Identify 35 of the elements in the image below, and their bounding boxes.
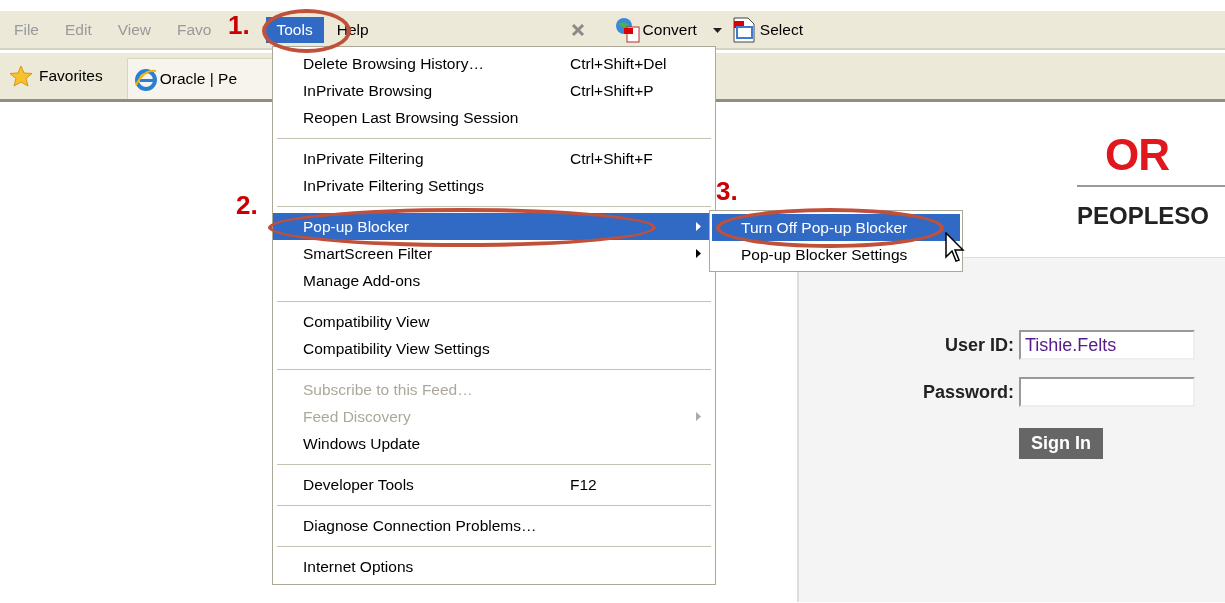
- logo-text: OR: [1105, 130, 1169, 180]
- select-button[interactable]: Select: [759, 20, 803, 39]
- convert-button[interactable]: Convert: [642, 20, 697, 39]
- password-field[interactable]: [1019, 377, 1195, 407]
- menu-item[interactable]: Turn Off Pop-up Blocker: [712, 214, 960, 241]
- menu-item[interactable]: Compatibility View: [273, 308, 715, 335]
- menu-item[interactable]: Diagnose Connection Problems…: [273, 512, 715, 539]
- star-icon[interactable]: [9, 65, 33, 87]
- caret-icon[interactable]: [712, 28, 722, 33]
- user-id-field[interactable]: Tishie.Felts: [1019, 330, 1195, 360]
- step-number: 3.: [716, 176, 738, 207]
- menu-item[interactable]: InPrivate Filtering Settings: [273, 172, 715, 199]
- menu-item[interactable]: Tools: [265, 16, 324, 43]
- step-number: 1.: [228, 10, 250, 41]
- menu-item[interactable]: InPrivate Filtering Ctrl+Shift+F: [273, 145, 715, 172]
- globe-pdf-icon[interactable]: [614, 16, 641, 43]
- sign-in-button[interactable]: Sign In: [1019, 428, 1103, 459]
- menu-item[interactable]: Windows Update: [273, 430, 715, 457]
- submenu-arrow-icon: [696, 222, 701, 231]
- field-label: User ID:: [943, 334, 1015, 356]
- menu-item[interactable]: Manage Add-ons: [273, 267, 715, 294]
- favorites-button[interactable]: Favorites: [39, 67, 103, 85]
- close-icon[interactable]: [570, 22, 585, 37]
- menu-item[interactable]: Compatibility View Settings: [273, 335, 715, 362]
- menu-item[interactable]: Developer Tools F12: [273, 471, 715, 498]
- menu-item[interactable]: SmartScreen Filter: [273, 240, 715, 267]
- browser-logo-icon: [133, 67, 158, 91]
- field-label: Password:: [921, 381, 1015, 403]
- submenu-arrow-icon: [696, 412, 701, 421]
- select-icon[interactable]: [731, 16, 756, 43]
- menu-item[interactable]: Internet Options: [273, 553, 715, 580]
- step-number: 2.: [236, 190, 258, 221]
- menu-item[interactable]: Reopen Last Browsing Session: [273, 104, 715, 131]
- product-name: PEOPLESO: [1077, 202, 1210, 230]
- submenu-arrow-icon: [696, 249, 701, 258]
